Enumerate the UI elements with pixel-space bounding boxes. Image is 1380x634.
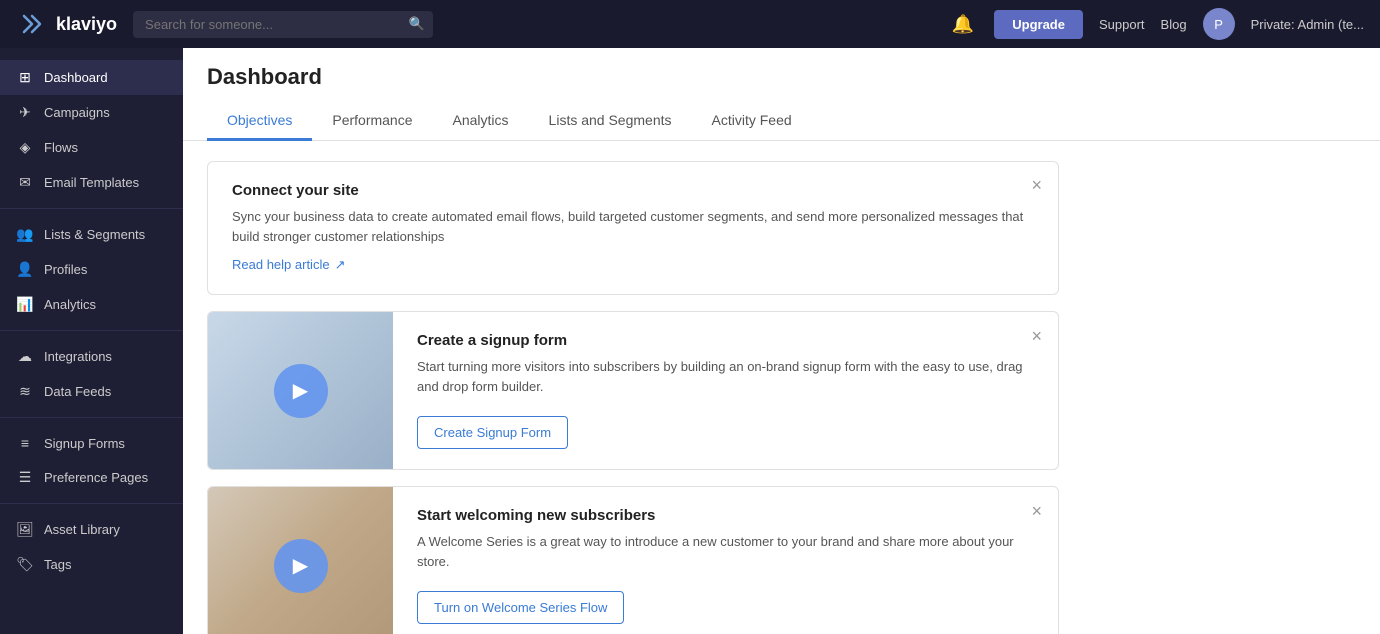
sidebar-divider-3: [0, 417, 183, 418]
lists-icon: 👥: [16, 226, 34, 243]
integrations-icon: ☁: [16, 348, 34, 365]
sidebar-label-integrations: Integrations: [44, 349, 112, 364]
tab-lists-segments[interactable]: Lists and Segments: [529, 102, 692, 141]
sidebar-item-flows[interactable]: ◈ Flows: [0, 130, 183, 165]
avatar: P: [1203, 8, 1235, 40]
logo-text: klaviyo: [56, 14, 117, 35]
topnav-right: 🔔 Upgrade Support Blog P Private: Admin …: [948, 8, 1364, 40]
tab-objectives[interactable]: Objectives: [207, 102, 312, 141]
sidebar-label-dashboard: Dashboard: [44, 70, 108, 85]
support-link[interactable]: Support: [1099, 17, 1145, 32]
signup-form-thumbnail: ▶: [208, 312, 393, 469]
tab-performance[interactable]: Performance: [312, 102, 432, 141]
welcome-subscribers-card: ▶ × Start welcoming new subscribers A We…: [207, 486, 1059, 634]
connect-site-close-button[interactable]: ×: [1031, 176, 1042, 194]
turn-on-welcome-series-button[interactable]: Turn on Welcome Series Flow: [417, 591, 624, 624]
sidebar-label-analytics: Analytics: [44, 297, 96, 312]
sidebar-label-campaigns: Campaigns: [44, 105, 110, 120]
sidebar-label-preference-pages: Preference Pages: [44, 470, 148, 485]
signup-form-description: Start turning more visitors into subscri…: [417, 357, 1034, 396]
sidebar-divider-4: [0, 503, 183, 504]
sidebar-item-tags[interactable]: 🏷 Tags: [0, 547, 183, 582]
sidebar-item-preference-pages[interactable]: ☰ Preference Pages: [0, 460, 183, 495]
sidebar-label-data-feeds: Data Feeds: [44, 384, 111, 399]
welcome-title: Start welcoming new subscribers: [417, 507, 1034, 524]
search-icon: 🔍: [409, 16, 425, 32]
preference-pages-icon: ☰: [16, 469, 34, 486]
tab-analytics[interactable]: Analytics: [433, 102, 529, 141]
sidebar-label-flows: Flows: [44, 140, 78, 155]
logo[interactable]: klaviyo: [16, 8, 117, 40]
welcome-close-button[interactable]: ×: [1031, 501, 1042, 522]
create-signup-form-button[interactable]: Create Signup Form: [417, 416, 568, 449]
sidebar-item-profiles[interactable]: 👤 Profiles: [0, 252, 183, 287]
signup-form-close-button[interactable]: ×: [1031, 326, 1042, 347]
signup-form-body: × Create a signup form Start turning mor…: [393, 312, 1058, 469]
notifications-button[interactable]: 🔔: [948, 10, 978, 39]
signup-form-card: ▶ × Create a signup form Start turning m…: [207, 311, 1059, 470]
connect-site-card: × Connect your site Sync your business d…: [207, 161, 1059, 295]
welcome-description: A Welcome Series is a great way to intro…: [417, 532, 1034, 571]
signup-form-title: Create a signup form: [417, 332, 1034, 349]
tab-activity-feed[interactable]: Activity Feed: [692, 102, 812, 141]
analytics-icon: 📊: [16, 296, 34, 313]
email-templates-icon: ✉: [16, 174, 34, 191]
welcome-body: × Start welcoming new subscribers A Welc…: [393, 487, 1058, 634]
search-input[interactable]: [133, 11, 433, 38]
flows-icon: ◈: [16, 139, 34, 156]
asset-library-icon: 🖼: [16, 521, 34, 538]
content-area: × Connect your site Sync your business d…: [183, 141, 1083, 634]
sidebar-item-analytics[interactable]: 📊 Analytics: [0, 287, 183, 322]
tags-icon: 🏷: [16, 556, 34, 573]
upgrade-button[interactable]: Upgrade: [994, 10, 1083, 39]
sidebar-label-profiles: Profiles: [44, 262, 87, 277]
welcome-thumbnail: ▶: [208, 487, 393, 634]
main-layout: ⊞ Dashboard ✈ Campaigns ◈ Flows ✉ Email …: [0, 48, 1380, 634]
data-feeds-icon: ≋: [16, 383, 34, 400]
campaigns-icon: ✈: [16, 104, 34, 121]
sidebar-item-lists-segments[interactable]: 👥 Lists & Segments: [0, 217, 183, 252]
welcome-play-button[interactable]: ▶: [274, 539, 328, 593]
sidebar-label-signup-forms: Signup Forms: [44, 436, 125, 451]
signup-form-play-button[interactable]: ▶: [274, 364, 328, 418]
sidebar-item-asset-library[interactable]: 🖼 Asset Library: [0, 512, 183, 547]
sidebar-item-data-feeds[interactable]: ≋ Data Feeds: [0, 374, 183, 409]
profiles-icon: 👤: [16, 261, 34, 278]
sidebar-label-email-templates: Email Templates: [44, 175, 139, 190]
sidebar-item-email-templates[interactable]: ✉ Email Templates: [0, 165, 183, 200]
sidebar-item-campaigns[interactable]: ✈ Campaigns: [0, 95, 183, 130]
search-box[interactable]: 🔍: [133, 11, 433, 38]
sidebar-item-dashboard[interactable]: ⊞ Dashboard: [0, 60, 183, 95]
page-header: Dashboard Objectives Performance Analyti…: [183, 48, 1380, 141]
connect-site-title: Connect your site: [232, 182, 1034, 199]
sidebar-item-signup-forms[interactable]: ≡ Signup Forms: [0, 426, 183, 460]
tab-bar: Objectives Performance Analytics Lists a…: [207, 102, 1356, 140]
sidebar: ⊞ Dashboard ✈ Campaigns ◈ Flows ✉ Email …: [0, 48, 183, 634]
signup-forms-icon: ≡: [16, 435, 34, 451]
main-content: Dashboard Objectives Performance Analyti…: [183, 48, 1380, 634]
page-title: Dashboard: [207, 64, 1356, 90]
user-label: Private: Admin (te...: [1251, 17, 1364, 32]
blog-link[interactable]: Blog: [1161, 17, 1187, 32]
sidebar-label-tags: Tags: [44, 557, 71, 572]
sidebar-item-integrations[interactable]: ☁ Integrations: [0, 339, 183, 374]
read-help-article-link[interactable]: Read help article ↗: [232, 257, 345, 273]
sidebar-label-asset-library: Asset Library: [44, 522, 120, 537]
article-link-text: Read help article: [232, 257, 330, 272]
external-link-icon: ↗: [335, 257, 346, 273]
top-navigation: klaviyo 🔍 🔔 Upgrade Support Blog P Priva…: [0, 0, 1380, 48]
sidebar-label-lists-segments: Lists & Segments: [44, 227, 145, 242]
connect-site-description: Sync your business data to create automa…: [232, 207, 1034, 246]
dashboard-icon: ⊞: [16, 69, 34, 86]
sidebar-divider-1: [0, 208, 183, 209]
sidebar-divider-2: [0, 330, 183, 331]
